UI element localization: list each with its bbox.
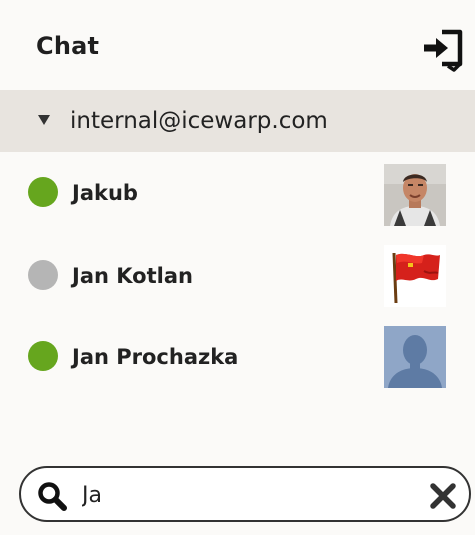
chat-panel: Chat internal@icewarp.com Jakub Jan Kotl… [0, 0, 475, 535]
status-offline-icon [28, 260, 58, 290]
clear-icon[interactable] [428, 481, 458, 511]
chat-title: Chat [36, 32, 100, 60]
login-icon[interactable] [420, 26, 466, 72]
default-person-avatar-icon [384, 326, 446, 388]
red-flag-avatar-icon [384, 245, 446, 307]
expand-arrow-icon[interactable] [38, 115, 50, 125]
contact-item[interactable]: Jan Kotlan [0, 238, 475, 314]
search-input[interactable] [82, 478, 412, 512]
status-online-icon [28, 177, 58, 207]
contact-name: Jan Prochazka [72, 345, 239, 369]
group-label: internal@icewarp.com [70, 108, 328, 134]
chat-header: Chat [0, 0, 475, 90]
contact-item[interactable]: Jan Prochazka [0, 320, 475, 396]
contact-name: Jakub [72, 181, 138, 205]
contact-name: Jan Kotlan [72, 264, 193, 288]
photo-avatar-icon [384, 164, 446, 226]
search-icon [38, 482, 67, 511]
status-online-icon [28, 341, 58, 371]
contact-item[interactable]: Jakub [0, 156, 475, 232]
